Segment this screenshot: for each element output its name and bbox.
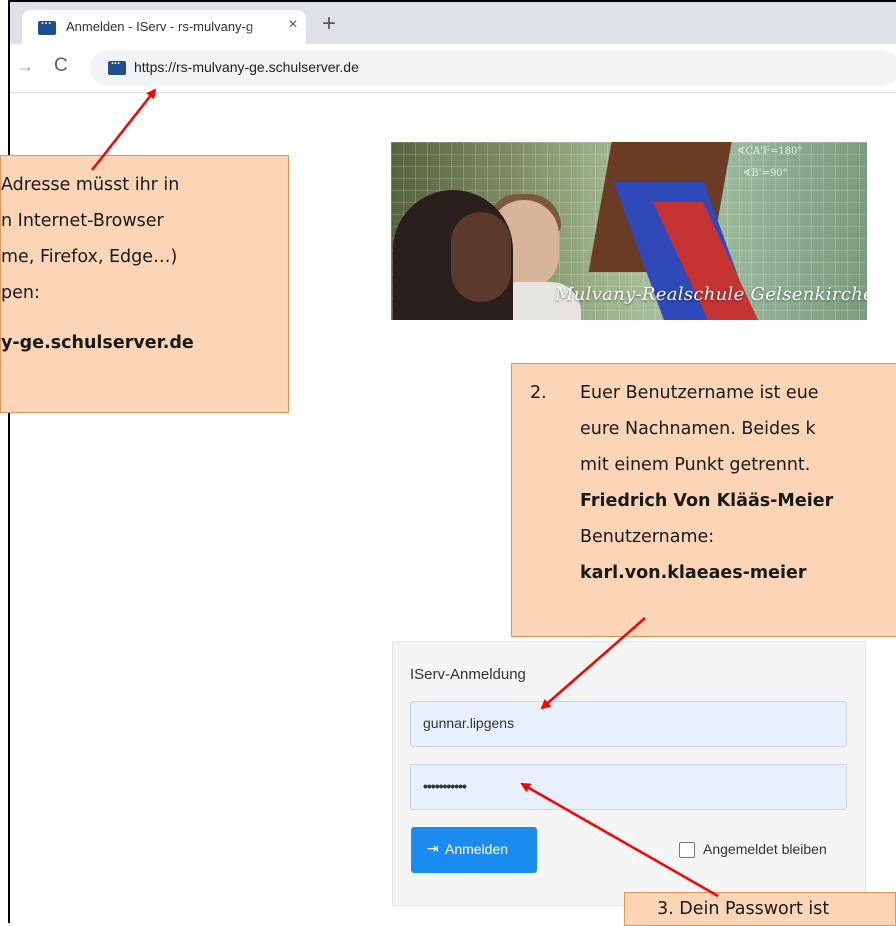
annotation-arrows: [91, 88, 719, 898]
arrow-to-password: [520, 782, 719, 898]
arrow-to-username: [540, 617, 646, 710]
arrow-to-url: [91, 88, 157, 171]
